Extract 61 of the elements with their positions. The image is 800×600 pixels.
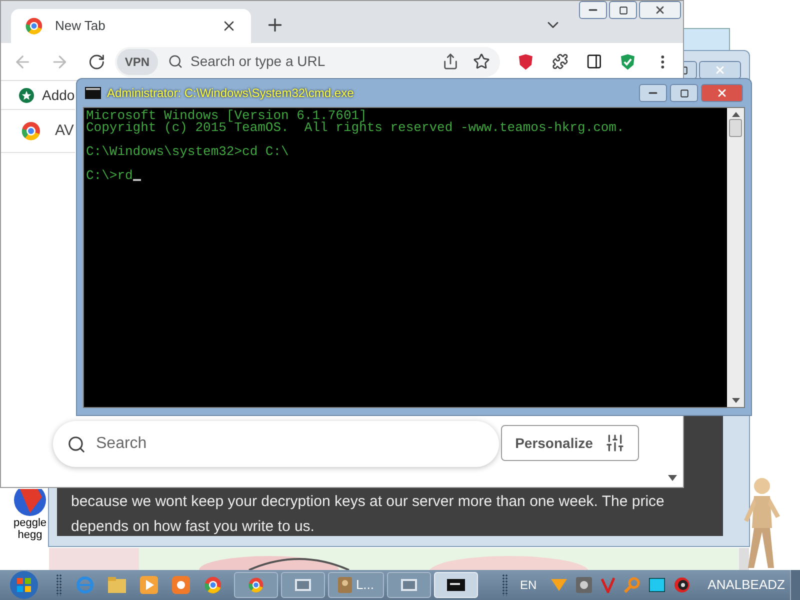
browser-icon <box>248 577 264 593</box>
scroll-thumb[interactable] <box>729 118 742 136</box>
console-output[interactable]: Microsoft Windows [Version 6.1.7601] Copyright (c) 2015 TeamOS. All rights reserved -www.teamos-hkrg.com. C:\Windows\system32>cd C:\ C:\>rd <box>84 108 727 407</box>
maximize-button[interactable] <box>609 1 637 19</box>
window-icon <box>295 579 311 591</box>
browser-tab[interactable]: New Tab <box>11 9 251 43</box>
maximize-button[interactable] <box>670 84 698 102</box>
address-bar[interactable]: VPN Search or type a URL <box>114 46 500 76</box>
close-icon <box>716 87 728 99</box>
reload-icon[interactable] <box>88 52 105 70</box>
monitor-icon[interactable] <box>648 578 665 592</box>
app-tray-icon[interactable] <box>576 577 592 593</box>
console-line: Copyright (c) 2015 TeamOS. All rights reserved -www.teamos-hkrg.com. <box>86 122 624 134</box>
media-player-icon[interactable] <box>140 576 158 594</box>
console-line: Microsoft Windows [Version 6.1.7601] <box>86 110 367 122</box>
personalize-button[interactable]: Personalize <box>501 425 639 461</box>
star-icon[interactable] <box>473 53 490 70</box>
search-icon <box>168 54 183 69</box>
scrollbar[interactable] <box>727 108 744 407</box>
browser-logo-icon <box>25 17 43 35</box>
language-indicator[interactable]: EN <box>520 576 537 594</box>
maximize-icon <box>680 88 688 98</box>
console-line: C:\>rd <box>86 170 133 182</box>
close-button[interactable] <box>699 61 741 79</box>
share-icon[interactable] <box>442 53 460 70</box>
scroll-down-icon[interactable] <box>668 475 677 481</box>
shield-check-icon[interactable] <box>620 52 636 70</box>
icon-label: hegg <box>18 529 42 541</box>
search-icon <box>67 434 86 454</box>
console-icon <box>447 579 465 591</box>
window-icon <box>401 579 417 591</box>
shield-icon[interactable] <box>518 52 534 70</box>
scroll-down-icon[interactable] <box>732 398 740 403</box>
list-item[interactable]: AV <box>1 109 75 153</box>
close-button[interactable] <box>701 84 743 102</box>
address-placeholder: Search or type a URL <box>190 52 326 71</box>
window-title: Administrator: C:\Windows\System32\cmd.exe <box>107 85 355 102</box>
speaker-icon[interactable] <box>674 577 690 593</box>
app-icon <box>338 577 352 593</box>
close-button[interactable] <box>639 1 681 19</box>
bookmark-item[interactable]: Addo <box>1 81 75 109</box>
star-badge-icon <box>19 88 34 102</box>
message-text: depends on how fast you write to us. <box>71 517 316 537</box>
console-icon <box>85 87 101 99</box>
maximize-icon <box>618 6 628 14</box>
side-panel-icon[interactable] <box>586 53 602 70</box>
sliders-icon <box>604 433 625 453</box>
search-input[interactable]: Search <box>96 432 303 456</box>
vpn-badge[interactable]: VPN <box>116 48 158 74</box>
show-desktop-button[interactable] <box>790 570 800 600</box>
close-icon <box>654 4 666 16</box>
tab-title: New Tab <box>55 17 106 36</box>
text-cursor-icon <box>132 179 141 181</box>
close-icon <box>714 64 726 76</box>
console-line: C:\Windows\system32>cd C:\ <box>86 146 289 158</box>
user-name: ANALBEADZ <box>708 576 785 594</box>
message-text: because we wont keep your decryption keys at our server more than one week. The price <box>71 492 666 512</box>
puzzle-icon[interactable] <box>552 53 568 70</box>
chrome-icon <box>204 576 222 594</box>
icon-label: peggle <box>13 517 47 529</box>
search-field[interactable]: Search <box>53 421 499 467</box>
